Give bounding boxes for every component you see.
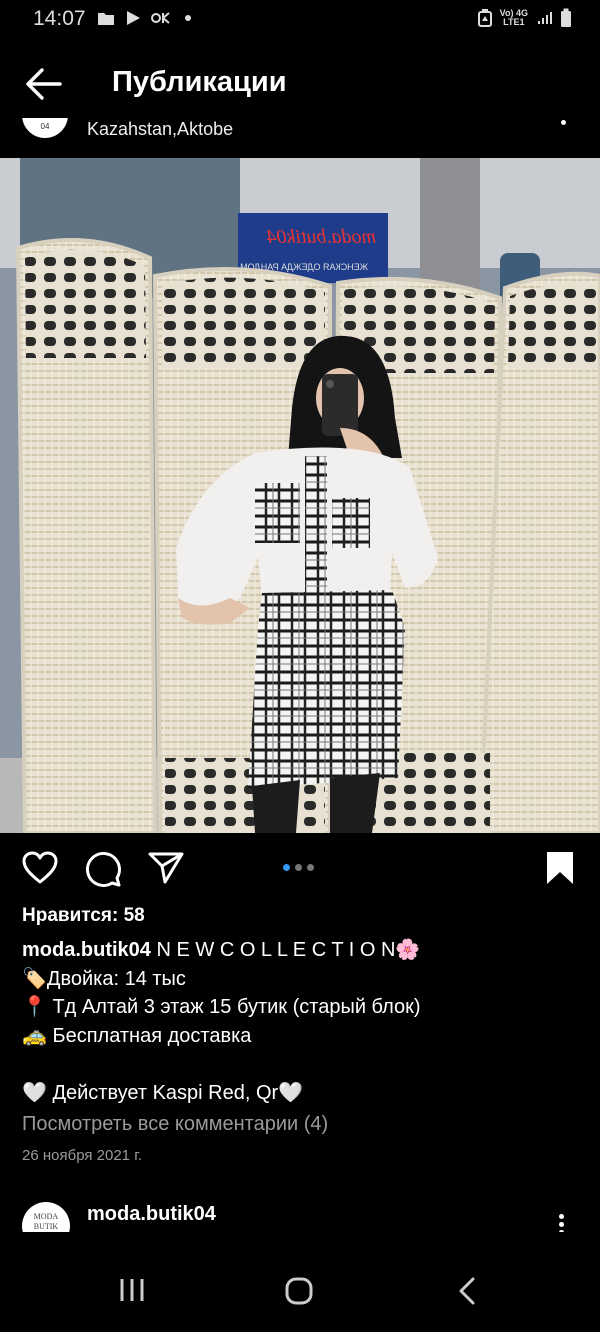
next-post-header: MODA BUTIK moda.butik04: [0, 1198, 600, 1232]
avatar-text: 04: [40, 122, 50, 131]
post-caption: moda.butik04 N E W C O L L E C T I O N🌸 …: [22, 936, 582, 1107]
caption-text: N E W C O L L E C T I O N🌸: [156, 939, 421, 961]
post-photo[interactable]: moda.butik04 ЖЕНСКАЯ ОДЕЖДА РАНДОМ: [0, 158, 600, 833]
post-username[interactable]: moda.butik04: [87, 1203, 216, 1226]
store-sign: moda.butik04: [267, 226, 376, 248]
comment-icon[interactable]: [83, 848, 123, 888]
page-title: Публикации: [112, 66, 287, 98]
signal-icon: [538, 12, 552, 24]
system-navigation-bar: [0, 1232, 600, 1332]
recent-apps-icon[interactable]: [118, 1276, 146, 1304]
back-nav-icon[interactable]: [456, 1276, 478, 1306]
carousel-indicator: [283, 864, 314, 871]
status-time: 14:07: [33, 7, 86, 30]
battery-saver-icon: [477, 9, 492, 27]
system-icons: Vo) 4G LTE1: [477, 8, 572, 28]
carousel-dot: [307, 864, 314, 871]
send-icon[interactable]: [146, 848, 186, 888]
avatar-text: MODA: [33, 1212, 59, 1221]
photo-illustration: moda.butik04 ЖЕНСКАЯ ОДЕЖДА РАНДОМ: [0, 158, 600, 833]
caption-line: 🏷️Двойка: 14 тыс: [22, 967, 186, 990]
home-icon[interactable]: [284, 1276, 314, 1306]
avatar[interactable]: 04: [22, 118, 68, 138]
likes-count[interactable]: Нравится: 58: [22, 905, 145, 927]
caption-username[interactable]: moda.butik04: [22, 939, 151, 961]
network-sim: LTE1: [503, 17, 525, 27]
post-actions: [0, 848, 600, 892]
carousel-dot: [295, 864, 302, 871]
more-vertical-icon[interactable]: [559, 1214, 564, 1232]
caption-first-line: moda.butik04 N E W C O L L E C T I O N🌸: [22, 936, 582, 965]
carousel-dot-active: [283, 864, 290, 871]
heart-icon[interactable]: [20, 848, 60, 888]
caption-line: 🤍 Действует Kaspi Red, Qr🤍: [22, 1081, 304, 1104]
caption-line: 📍 Тд Алтай 3 этаж 15 бутик (старый блок): [22, 996, 421, 1018]
caption-line: [22, 1050, 582, 1079]
more-vertical-icon[interactable]: [561, 120, 566, 125]
arrow-left-icon[interactable]: [22, 64, 64, 104]
bookmark-icon[interactable]: [540, 848, 580, 888]
post-location[interactable]: Kazahstan,Aktobe: [87, 119, 233, 140]
caption-line: 🚕 Бесплатная доставка: [22, 1024, 252, 1047]
view-comments-link[interactable]: Посмотреть все комментарии (4): [22, 1113, 328, 1136]
previous-post-header: 04 Kazahstan,Aktobe: [0, 118, 600, 158]
status-bar: 14:07 Vo) 4G LTE1: [0, 0, 600, 38]
ok-icon: [151, 12, 170, 24]
dot-icon: [185, 15, 191, 21]
play-store-icon: [127, 11, 140, 25]
folder-icon: [98, 12, 114, 25]
avatar-text: BUTIK: [33, 1222, 59, 1231]
network-indicator: Vo) 4G LTE1: [500, 9, 528, 27]
avatar[interactable]: MODA BUTIK: [22, 1202, 70, 1232]
post-date: 26 ноября 2021 г.: [22, 1147, 142, 1164]
top-app-bar: Публикации: [0, 48, 600, 118]
notification-icons: [97, 10, 193, 26]
battery-icon: [561, 8, 571, 27]
